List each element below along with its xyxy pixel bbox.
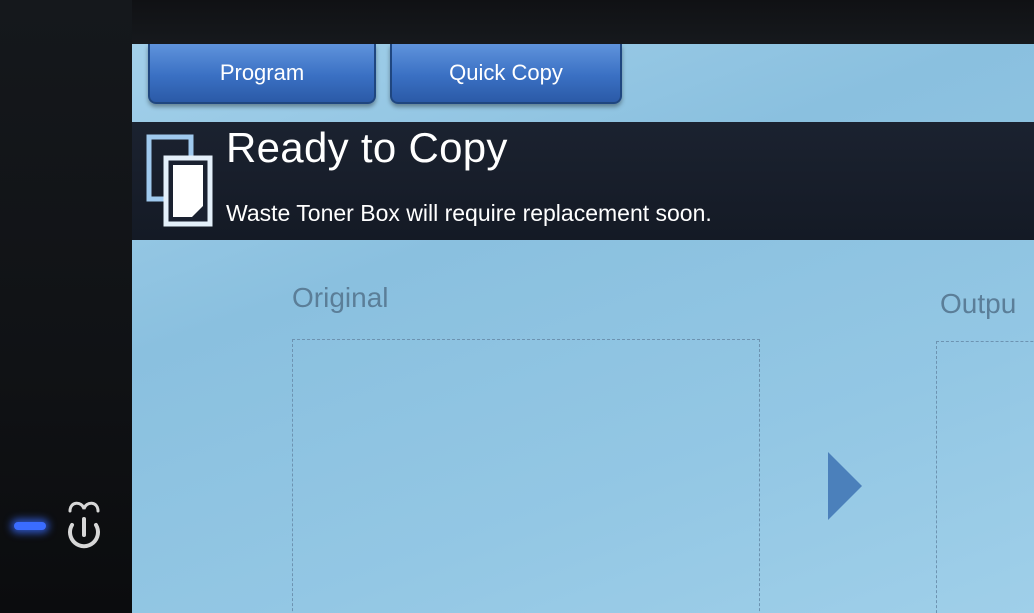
status-title: Ready to Copy — [226, 124, 508, 171]
power-status-led — [14, 522, 46, 530]
power-icon[interactable] — [62, 497, 106, 557]
device-bezel-left — [0, 0, 132, 613]
copy-icon — [146, 134, 213, 227]
output-label: Outpu — [940, 288, 1017, 319]
original-label: Original — [292, 282, 389, 313]
tab-program[interactable]: Program — [148, 44, 376, 104]
arrow-right-icon — [828, 452, 862, 520]
original-preview-area — [292, 339, 760, 613]
tab-quick-copy-label: Quick Copy — [449, 60, 563, 85]
tab-quick-copy[interactable]: Quick Copy — [390, 44, 622, 104]
touch-screen: Program Quick Copy Ready to Copy Waste T… — [132, 44, 1034, 613]
output-preview-area — [936, 341, 1034, 613]
status-bar: Ready to Copy Waste Toner Box will requi… — [132, 122, 1034, 240]
status-message: Waste Toner Box will require replacement… — [226, 200, 712, 226]
tab-program-label: Program — [219, 60, 305, 85]
device-bezel-top — [0, 0, 1034, 44]
